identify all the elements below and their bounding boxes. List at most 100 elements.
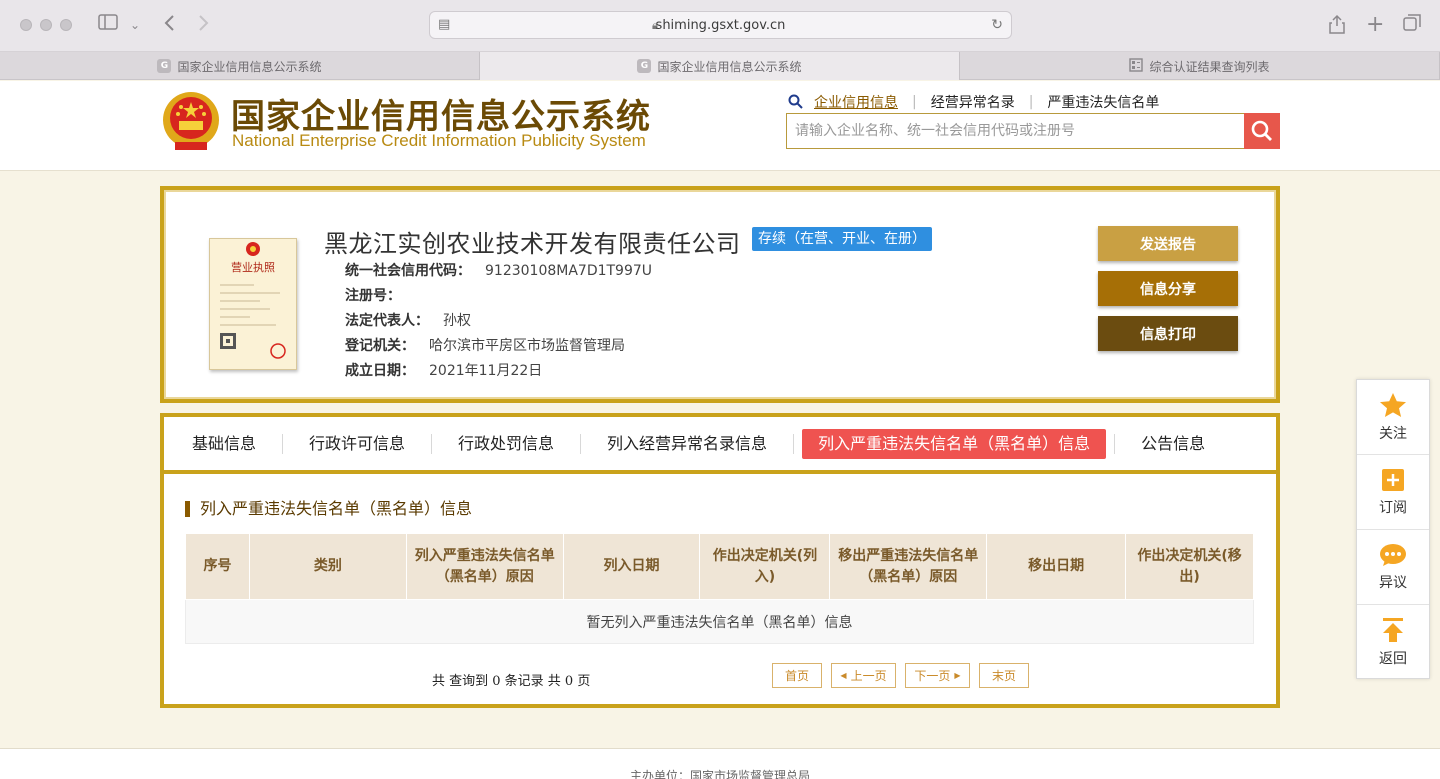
column-header: 类别 [248,533,407,600]
column-header: 序号 [185,533,250,600]
browser-tab-2[interactable]: G 国家企业信用信息公示系统 [480,52,960,80]
search-input[interactable] [787,114,1245,148]
tab-abnormal-list[interactable]: 列入经营异常名录信息 [589,429,785,459]
info-tabs: 基础信息 行政许可信息 行政处罚信息 列入经营异常名录信息 列入严重违法失信名单… [164,417,1276,474]
site-header: 国家企业信用信息公示系统 National Enterprise Credit … [0,81,1440,171]
column-header: 列入严重违法失信名单（黑名单）原因 [405,533,564,600]
window-controls [20,19,72,31]
blacklist-table: 序号 类别 列入严重违法失信名单（黑名单）原因 列入日期 作出决定机关(列入) … [185,533,1254,644]
tab-announcement[interactable]: 公告信息 [1123,429,1223,459]
tab-label: 综合认证结果查询列表 [1149,59,1270,74]
site-footer: 主办单位：国家市场监督管理总局 [0,748,1440,779]
share-info-button[interactable]: 信息分享 [1098,271,1238,306]
back-to-top-button[interactable]: 返回 [1357,605,1429,680]
back-icon[interactable] [163,14,175,38]
last-page-button[interactable]: 末页 [979,663,1029,688]
pager-info: 共 查询到 0 条记录 共 0 页 [432,674,591,689]
column-header: 移出严重违法失信名单（黑名单）原因 [829,533,988,600]
nav-enterprise-credit[interactable]: 企业信用信息 [814,92,898,112]
nav-separator: | [1028,94,1034,110]
column-header: 作出决定机关(列入) [699,533,831,600]
prev-page-button[interactable]: ◀ 上一页 [831,663,896,688]
reload-icon[interactable]: ↻ [991,17,1003,33]
chevron-down-icon[interactable]: ⌄ [130,14,140,36]
address-bar[interactable]: ▤ 🔒︎ shiming.gsxt.gov.cn ↻ [429,11,1012,39]
column-header: 列入日期 [562,533,701,600]
chat-icon [1380,543,1406,566]
info-panel: 基础信息 行政许可信息 行政处罚信息 列入经营异常名录信息 列入严重违法失信名单… [160,413,1280,708]
business-license-image[interactable]: 营业执照 [209,238,297,370]
license-label: 营业执照 [231,260,275,274]
send-report-button[interactable]: 发送报告 [1098,226,1238,261]
tab-divider [282,433,284,454]
arrow-up-icon [1383,618,1403,642]
site-subtitle: National Enterprise Credit Information P… [232,131,646,150]
follow-button[interactable]: 关注 [1357,380,1429,455]
field-label: 成立日期： [345,363,415,379]
floating-menu: 关注 订阅 异议 返回 [1356,379,1430,679]
section-title: 列入严重违法失信名单（黑名单）信息 [185,501,472,517]
field-label: 法定代表人： [345,313,429,329]
field-reg-number: 注册号： [345,285,415,305]
pager-label: 末页 [991,669,1016,683]
url-text[interactable]: shiming.gsxt.gov.cn [430,18,1011,33]
national-emblem-icon [161,90,221,152]
table-header-row: 序号 类别 列入严重违法失信名单（黑名单）原因 列入日期 作出决定机关(列入) … [185,533,1254,600]
column-header: 移出日期 [986,533,1127,600]
nav-separator: | [912,94,917,110]
site-favicon-icon: G [157,59,172,73]
browser-tab-3[interactable]: 综合认证结果查询列表 [960,52,1440,80]
pager-label: 首页 [784,669,809,683]
forward-icon[interactable] [198,14,210,38]
status-badge: 存续（在营、开业、在册） [752,227,932,251]
new-tab-icon[interactable]: + [1366,14,1384,36]
float-label: 返回 [1379,651,1407,667]
browser-tab-strip: G 国家企业信用信息公示系统 G 国家企业信用信息公示系统 综合认证结果查询列表 [0,52,1440,80]
tab-basic-info[interactable]: 基础信息 [174,429,274,459]
column-header: 作出决定机关(移出) [1125,533,1254,600]
pager-label: 下一页 [914,669,951,683]
company-card: 营业执照 黑龙江实创农业技术开发有限责任公司 存续（在营、开业、在册） 统一社会… [160,186,1280,403]
share-icon[interactable] [1329,14,1345,40]
subscribe-button[interactable]: 订阅 [1357,455,1429,530]
search-button[interactable] [1244,113,1280,149]
minimize-window-button[interactable] [40,19,52,31]
tab-label: 国家企业信用信息公示系统 [657,59,802,74]
field-label: 注册号： [345,288,401,304]
footer-text: 主办单位：国家市场监督管理总局 [630,769,811,779]
table-row: 暂无列入严重违法失信名单（黑名单）信息 [185,599,1254,644]
tab-label: 国家企业信用信息公示系统 [177,59,322,74]
site-favicon-icon: G [637,59,652,73]
zoom-window-button[interactable] [60,19,72,31]
company-name: 黑龙江实创农业技术开发有限责任公司 [324,230,741,258]
tab-divider [431,433,433,454]
close-window-button[interactable] [20,19,32,31]
browser-toolbar: ⌄ ▤ 🔒︎ shiming.gsxt.gov.cn ↻ + [0,0,1440,52]
first-page-button[interactable]: 首页 [772,663,822,688]
sidebar-icon[interactable] [98,14,118,36]
star-icon [1380,392,1406,417]
browser-tab-1[interactable]: G 国家企业信用信息公示系统 [0,52,480,80]
caret-right-icon: ▶ [954,671,961,680]
field-label: 统一社会信用代码： [345,263,471,279]
search-icon [1251,120,1272,141]
tab-divider [1114,433,1116,454]
float-label: 异议 [1379,574,1407,591]
float-label: 订阅 [1379,499,1407,516]
empty-message: 暂无列入严重违法失信名单（黑名单）信息 [185,599,1254,644]
field-founded-date: 成立日期： 2021年11月22日 [345,360,542,380]
nav-abnormal-list[interactable]: 经营异常名录 [931,92,1015,112]
tab-overview-icon[interactable] [1403,14,1421,38]
tab-admin-penalty[interactable]: 行政处罚信息 [440,429,572,459]
tab-admin-license[interactable]: 行政许可信息 [291,429,423,459]
field-value: 91230108MA7D1T997U [485,263,653,279]
print-info-button[interactable]: 信息打印 [1098,316,1238,351]
objection-button[interactable]: 异议 [1357,530,1429,605]
field-label: 登记机关： [345,338,415,354]
next-page-button[interactable]: 下一页 ▶ [905,663,970,688]
nav-blacklist[interactable]: 严重违法失信名单 [1047,92,1159,112]
tab-blacklist[interactable]: 列入严重违法失信名单（黑名单）信息 [802,428,1107,459]
field-value: 孙权 [443,313,471,329]
search-box [786,113,1280,149]
caret-left-icon: ◀ [840,671,847,680]
